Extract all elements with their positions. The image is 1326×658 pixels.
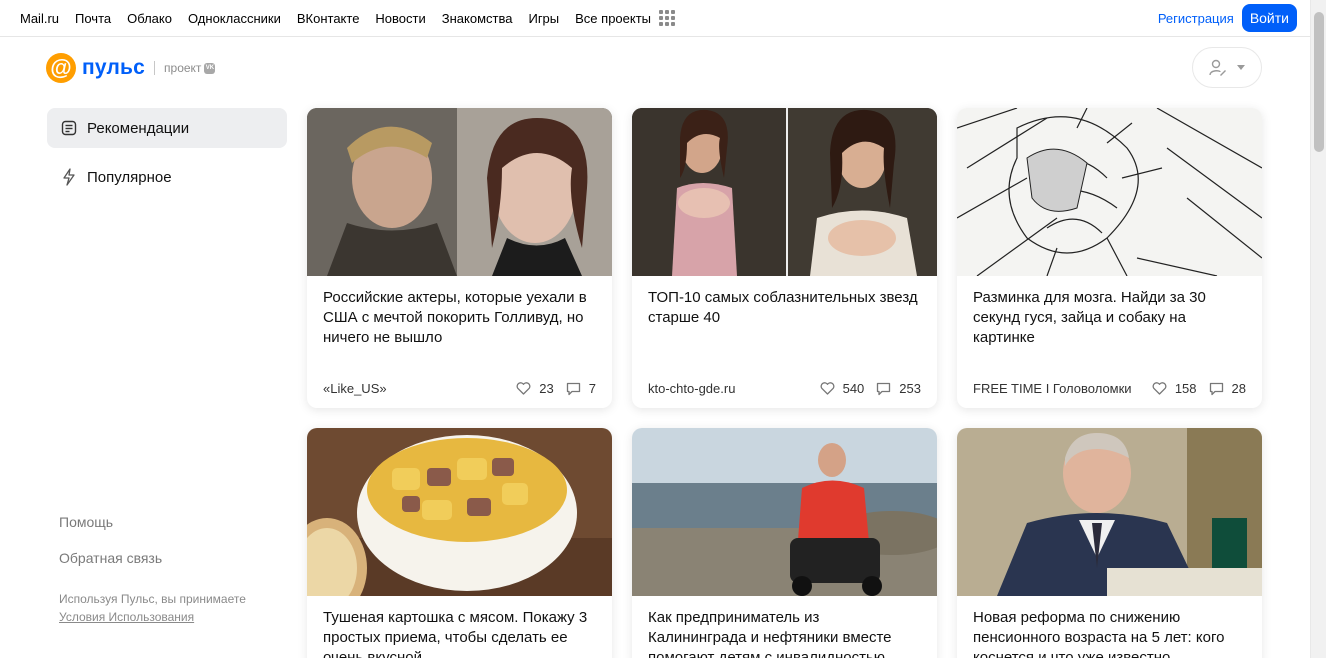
heart-icon	[516, 382, 531, 395]
comments-stat[interactable]: 28	[1209, 381, 1246, 396]
comment-icon	[1209, 382, 1223, 395]
card-title[interactable]: Российские актеры, которые уехали в США …	[307, 276, 612, 368]
comment-icon	[877, 382, 891, 395]
register-link[interactable]: Регистрация	[1158, 11, 1234, 26]
user-menu-button[interactable]	[1192, 47, 1262, 88]
portal-topbar: Mail.ru Почта Облако Одноклассники ВКонт…	[0, 0, 1310, 37]
nav-link-mailru[interactable]: Mail.ru	[20, 11, 59, 26]
nav-link-znakomstva[interactable]: Знакомства	[442, 11, 513, 26]
feedback-link[interactable]: Обратная связь	[59, 550, 162, 566]
nav-link-igry[interactable]: Игры	[528, 11, 559, 26]
user-edit-icon	[1209, 59, 1226, 76]
feed-card[interactable]: Разминка для мозга. Найди за 30 секунд г…	[957, 108, 1262, 408]
sidebar-item-recommendations[interactable]: Рекомендации	[47, 108, 287, 148]
sidebar-item-label: Популярное	[87, 168, 172, 186]
heart-icon	[820, 382, 835, 395]
at-logo-icon: @	[46, 53, 76, 83]
comment-icon	[566, 382, 580, 395]
nav-link-all-projects[interactable]: Все проекты	[575, 11, 651, 26]
page-scrollbar[interactable]	[1310, 0, 1326, 658]
feed-card[interactable]: Российские актеры, которые уехали в США …	[307, 108, 612, 408]
help-link[interactable]: Помощь	[59, 514, 113, 530]
login-button[interactable]: Войти	[1241, 4, 1297, 32]
card-image[interactable]	[632, 428, 937, 596]
portal-nav: Mail.ru Почта Облако Одноклассники ВКонт…	[20, 0, 676, 36]
heart-icon	[1152, 382, 1167, 395]
likes-count: 158	[1174, 381, 1197, 396]
feed-card[interactable]: Как предприниматель из Калининграда и не…	[632, 428, 937, 658]
likes-stat[interactable]: 158	[1152, 381, 1197, 396]
nav-link-vkontakte[interactable]: ВКонтакте	[297, 11, 360, 26]
card-source[interactable]: «Like_US»	[323, 381, 504, 396]
nav-link-novosti[interactable]: Новости	[375, 11, 425, 26]
terms-notice: Используя Пульс, вы принимаете Условия И…	[59, 590, 246, 626]
comments-count: 253	[899, 381, 921, 396]
card-title[interactable]: Тушеная картошка с мясом. Покажу 3 прост…	[307, 596, 612, 658]
card-footer: FREE TIME I Головоломки 158 28	[973, 381, 1246, 396]
comments-count: 7	[588, 381, 596, 396]
likes-stat[interactable]: 23	[516, 381, 554, 396]
apps-grid-icon[interactable]	[659, 10, 676, 26]
feed-card[interactable]: ТОП-10 самых соблазнительных звезд старш…	[632, 108, 937, 408]
nav-link-oblako[interactable]: Облако	[127, 11, 172, 26]
card-source[interactable]: kto-chto-gde.ru	[648, 381, 808, 396]
comments-stat[interactable]: 253	[876, 381, 921, 396]
logo-name: пульс	[82, 56, 146, 79]
card-image[interactable]	[307, 428, 612, 596]
likes-stat[interactable]: 540	[820, 381, 865, 396]
comments-count: 28	[1231, 381, 1246, 396]
card-image[interactable]	[307, 108, 612, 276]
card-image[interactable]	[632, 108, 937, 276]
scrollbar-thumb[interactable]	[1314, 12, 1324, 152]
card-image[interactable]	[957, 108, 1262, 276]
sidebar-item-popular[interactable]: Популярное	[47, 157, 287, 197]
logo-separator	[154, 61, 156, 75]
logo-project-label: проект	[164, 61, 202, 75]
nav-link-pochta[interactable]: Почта	[75, 11, 111, 26]
likes-count: 540	[842, 381, 865, 396]
terms-text: Используя Пульс, вы принимаете	[59, 592, 246, 606]
sidebar-item-label: Рекомендации	[87, 119, 190, 137]
chevron-down-icon	[1237, 65, 1245, 70]
likes-count: 23	[539, 381, 554, 396]
card-title[interactable]: Разминка для мозга. Найди за 30 секунд г…	[957, 276, 1262, 368]
card-title[interactable]: ТОП-10 самых соблазнительных звезд старш…	[632, 276, 937, 368]
auth-area: Регистрация Войти	[1158, 4, 1297, 32]
card-title[interactable]: Как предприниматель из Калининграда и не…	[632, 596, 937, 658]
comments-stat[interactable]: 7	[566, 381, 596, 396]
card-title[interactable]: Новая реформа по снижению пенсионного во…	[957, 596, 1262, 658]
feed-card[interactable]: Тушеная картошка с мясом. Покажу 3 прост…	[307, 428, 612, 658]
vk-icon: VK	[204, 62, 216, 74]
card-source[interactable]: FREE TIME I Головоломки	[973, 381, 1140, 396]
document-icon	[61, 120, 77, 136]
card-footer: kto-chto-gde.ru 540 253	[648, 381, 921, 396]
card-footer: «Like_US» 23 7	[323, 381, 596, 396]
card-image[interactable]	[957, 428, 1262, 596]
feed-card[interactable]: Новая реформа по снижению пенсионного во…	[957, 428, 1262, 658]
lightning-icon	[63, 168, 75, 186]
pulse-logo[interactable]: @ пульс проект VK	[46, 53, 216, 83]
terms-link[interactable]: Условия Использования	[59, 610, 194, 624]
nav-link-odnoklassniki[interactable]: Одноклассники	[188, 11, 281, 26]
